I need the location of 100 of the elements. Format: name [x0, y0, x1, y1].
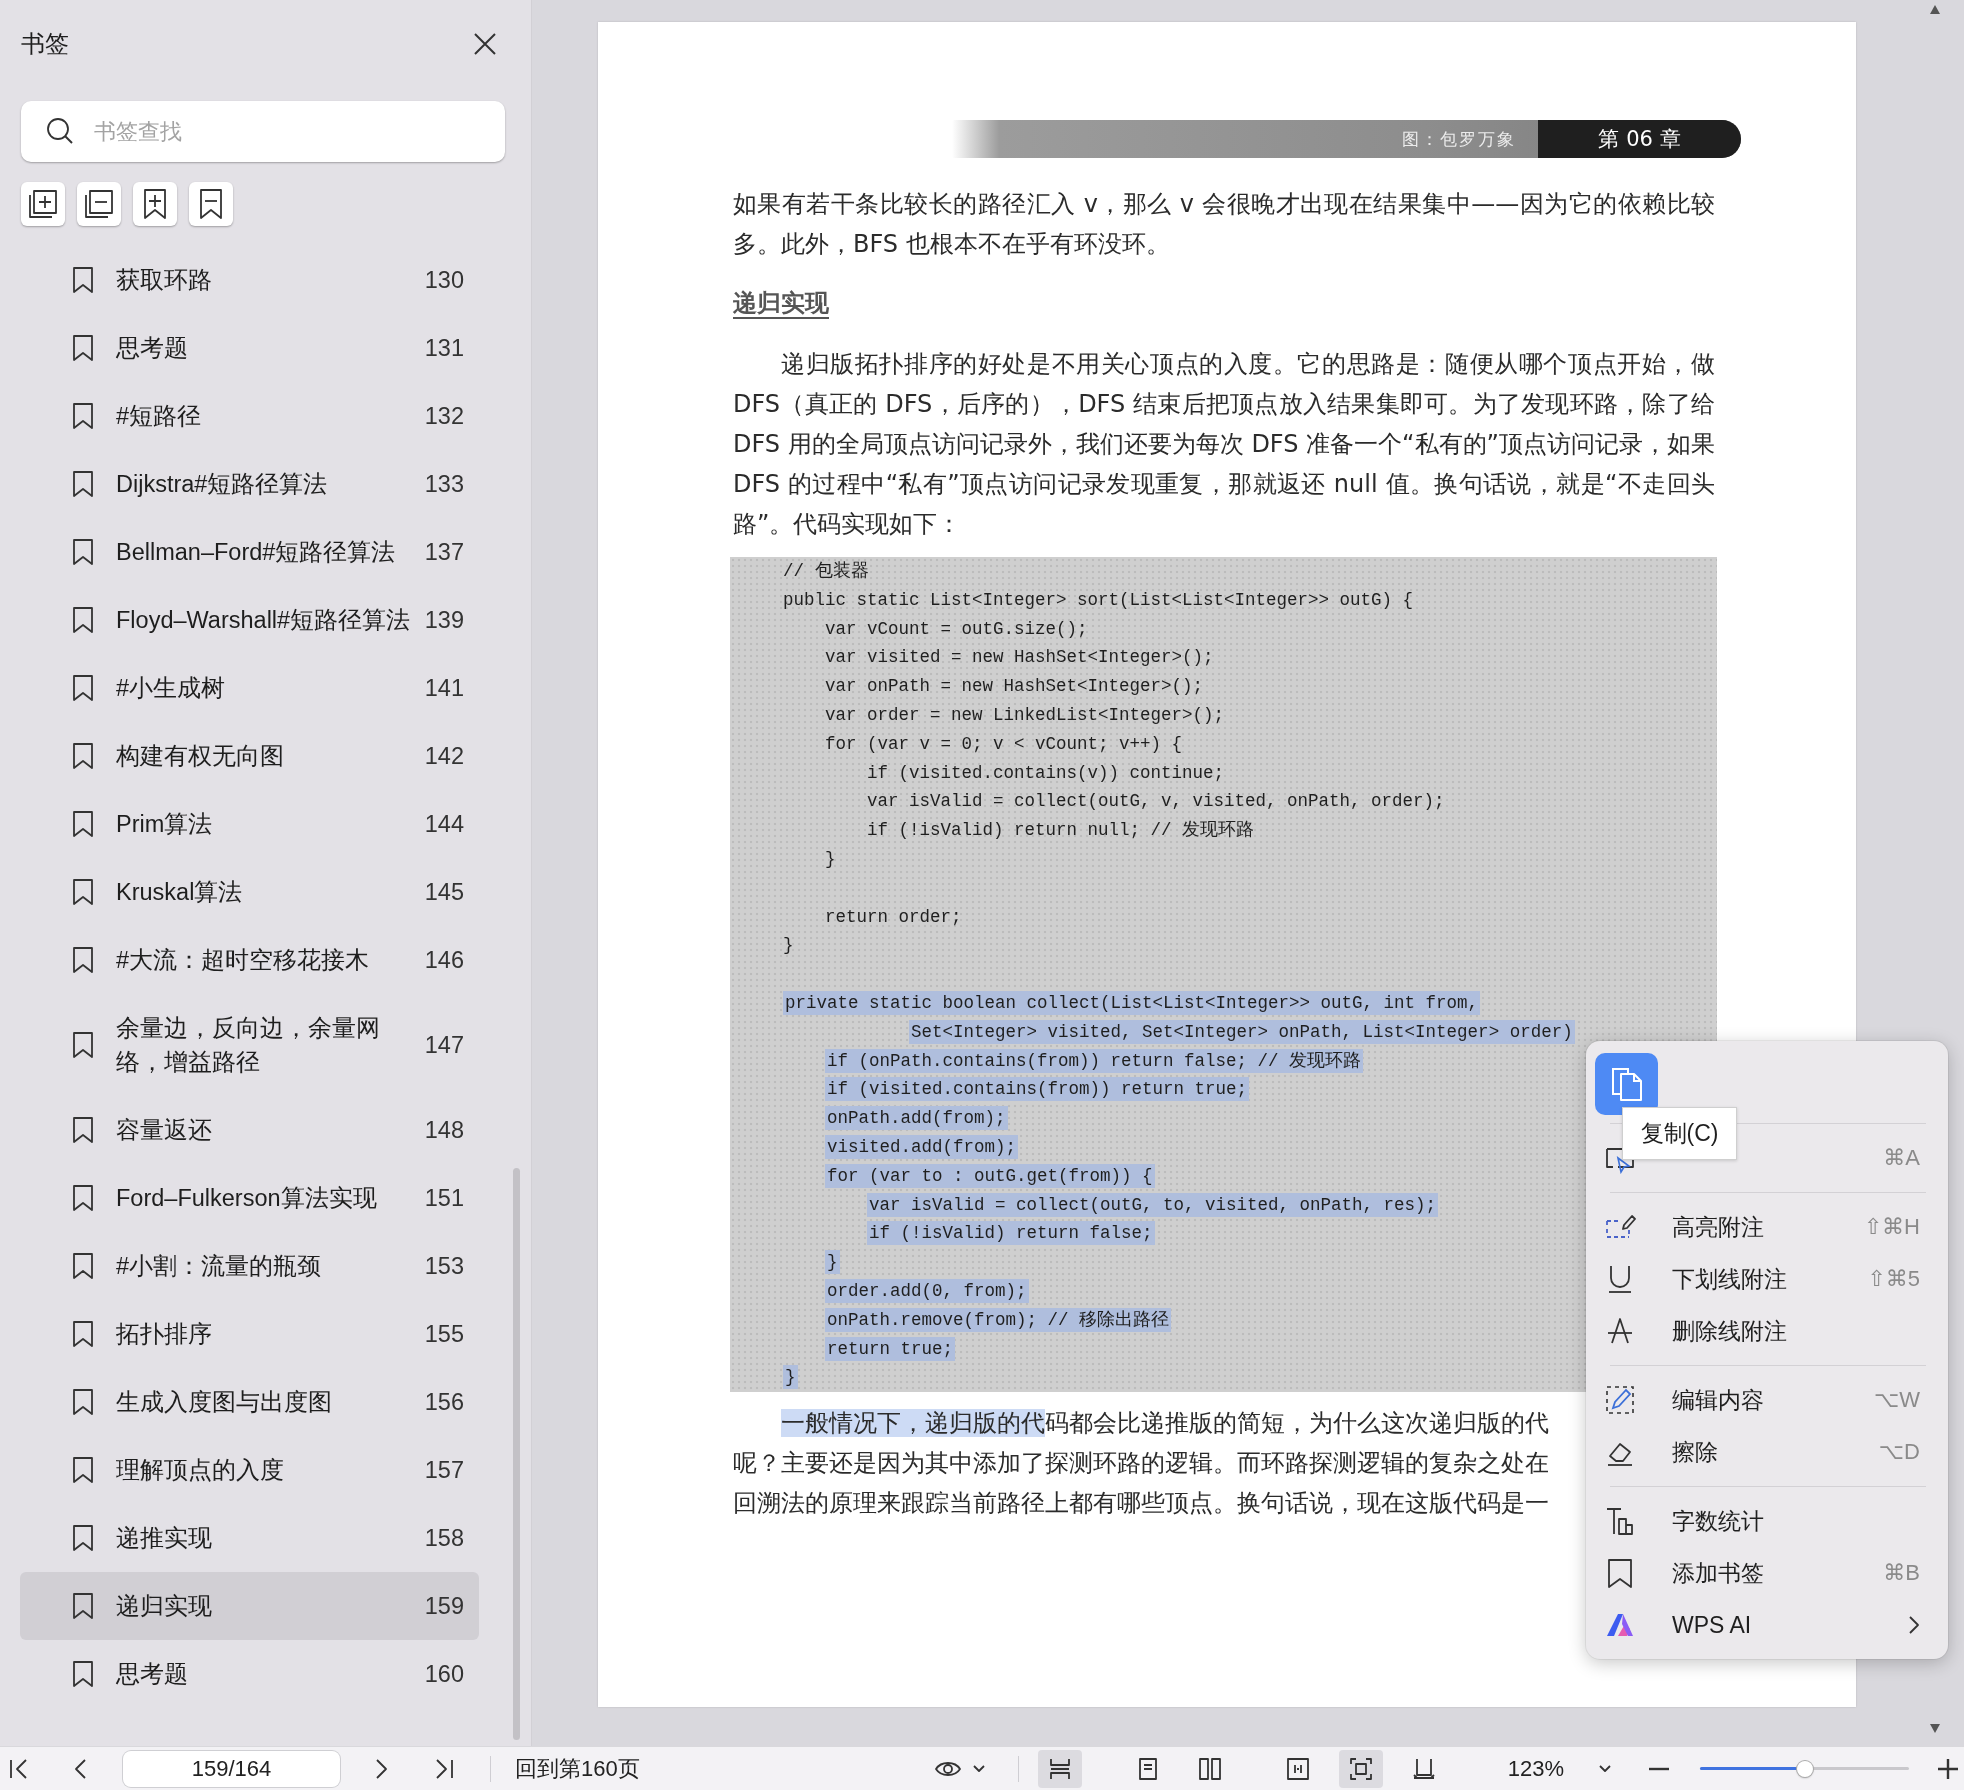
bookmark-item[interactable]: 思考题 160	[20, 1640, 479, 1708]
text-line: 呢？主要还是因为其中添加了探测环路的逻辑。而环路探测逻辑的复杂之处在	[733, 1448, 1549, 1480]
bookmark-item[interactable]: Ford–Fulkerson算法实现 151	[20, 1164, 479, 1232]
code-line: for (var v = 0; v < vCount; v++) {	[824, 732, 1183, 756]
bookmark-item[interactable]: Bellman–Ford#短路径算法 137	[20, 518, 479, 586]
code-line: // 包装器	[783, 560, 869, 583]
bookmark-item[interactable]: Prim算法 144	[20, 790, 479, 858]
zoom-slider[interactable]	[1700, 1759, 1909, 1778]
bookmark-item[interactable]: 构建有权无向图 142	[20, 722, 479, 790]
bookmark-title: Bellman–Ford#短路径算法	[116, 538, 397, 567]
chevron-right-icon	[1908, 1615, 1920, 1635]
shortcut-label: ⌥W	[1873, 1387, 1920, 1413]
close-icon[interactable]	[473, 32, 497, 56]
bookmark-item[interactable]: #短路径 132	[20, 382, 479, 450]
bookmark-item[interactable]: #小生成树 141	[20, 654, 479, 722]
bookmark-icon	[72, 470, 94, 498]
code-line: var vCount = outG.size();	[824, 617, 1088, 641]
bookmark-page: 148	[424, 1116, 464, 1145]
bookmark-item[interactable]: 生成入度图与出度图 156	[20, 1368, 479, 1436]
menu-item[interactable]: 字数统计	[1586, 1495, 1948, 1547]
bookmark-item[interactable]: 理解顶点的入度 157	[20, 1436, 479, 1504]
code-line: var visited = new HashSet<Integer>();	[824, 646, 1214, 670]
code-line: if (visited.contains(v)) continue;	[866, 761, 1225, 785]
view-mode-button[interactable]	[1038, 1749, 1082, 1788]
bookmark-item[interactable]: 思考题 131	[20, 314, 479, 382]
caret-down-icon[interactable]	[973, 1764, 985, 1773]
search-field[interactable]: 书签查找	[21, 101, 505, 162]
bookmark-icon	[72, 334, 94, 362]
bookmark-item[interactable]: Kruskal算法 145	[20, 858, 479, 926]
bookmark-icon	[72, 946, 94, 974]
text-line: 回溯法的原理来跟踪当前路径上都有哪些顶点。换句话说，现在这版代码是一	[733, 1488, 1549, 1520]
copy-button[interactable]	[1595, 1053, 1658, 1115]
bookmark-item[interactable]: #小割：流量的瓶颈 153	[20, 1232, 479, 1300]
shortcut-label: ⇧⌘H	[1863, 1214, 1920, 1240]
bookmark-title: 容量返还	[116, 1116, 213, 1145]
slider-thumb[interactable]	[1796, 1760, 1813, 1777]
menu-item[interactable]: 编辑内容 ⌥W	[1586, 1374, 1948, 1426]
bookmark-title: Ford–Fulkerson算法实现	[116, 1184, 378, 1213]
menu-item[interactable]: 添加书签 ⌘B	[1586, 1547, 1948, 1599]
bookmark-page: 159	[424, 1592, 464, 1621]
caret-down-icon[interactable]	[1599, 1764, 1611, 1773]
bookmark-title: 构建有权无向图	[116, 742, 285, 771]
bookmark-item[interactable]: #大流：超时空移花接木 146	[20, 926, 479, 994]
bookmark-title: 理解顶点的入度	[116, 1456, 285, 1485]
bookmark-item[interactable]: 容量返还 148	[20, 1096, 479, 1164]
bookmark-page: 146	[424, 946, 464, 975]
bookmark-item[interactable]: 递归实现 159	[20, 1572, 479, 1640]
menu-item[interactable]: 擦除 ⌥D	[1586, 1426, 1948, 1478]
first-page-icon[interactable]	[8, 1757, 30, 1780]
expand-all-button[interactable]	[21, 182, 65, 226]
menu-item[interactable]: 下划线附注 ⇧⌘5	[1586, 1253, 1948, 1305]
bookmark-page: 157	[424, 1456, 464, 1485]
bookmark-icon	[72, 266, 94, 294]
menu-item[interactable]: 删除线附注	[1586, 1305, 1948, 1357]
scroll-up-icon[interactable]	[1930, 5, 1940, 14]
code-line: var order = new LinkedList<Integer>();	[824, 704, 1225, 727]
bookmark-page: 131	[424, 334, 464, 363]
shortcut-label: ⌥D	[1878, 1439, 1920, 1465]
fit-page-icon	[1349, 1756, 1373, 1781]
bookmark-title: Dijkstra#短路径算法	[116, 470, 329, 499]
bookmark-title: #小生成树	[116, 674, 227, 703]
bookmark-page: 160	[424, 1660, 464, 1689]
banner-caption: 图：包罗万象	[1402, 128, 1517, 151]
bookmark-page: 133	[424, 470, 464, 499]
slider-fill[interactable]	[1700, 1766, 1797, 1770]
bookmark-page: 156	[424, 1388, 464, 1417]
paragraph: 如果有若干条比较长的路径汇入 v，那么 v 会很晚才出现在结果集中——因为它的依赖比较多。此外，BFS 也根本不在乎有环没环。	[733, 189, 1715, 260]
remove-bookmark-button[interactable]	[189, 182, 233, 226]
bookmark-item[interactable]: 拓扑排序 155	[20, 1300, 479, 1368]
bookmark-title: Prim算法	[116, 810, 214, 839]
code-line: if (!isValid) return null; // 发现环路	[866, 819, 1255, 843]
bookmark-icon	[72, 1592, 94, 1620]
bookmark-item[interactable]: 递推实现 158	[20, 1504, 479, 1572]
page-number-field[interactable]: 159/164	[123, 1750, 340, 1787]
bookmark-page: 158	[424, 1524, 464, 1553]
bookmark-page: 142	[424, 742, 464, 771]
add-bookmark-button[interactable]	[133, 182, 177, 226]
zoom-percentage[interactable]: 123%	[1506, 1755, 1566, 1782]
go-to-page-link[interactable]: 回到第160页	[515, 1753, 659, 1784]
scrollbar-thumb[interactable]	[513, 1168, 520, 1740]
bookmark-icon	[72, 674, 94, 702]
zoom-in-icon[interactable]	[1937, 1757, 1959, 1780]
single-page-icon	[1136, 1756, 1160, 1781]
bookmark-item[interactable]: 余量边，反向边，余量网络，增益路径 147	[20, 994, 479, 1096]
bookmark-icon	[72, 742, 94, 770]
code-line: }	[824, 847, 836, 871]
two-page-icon	[1198, 1756, 1222, 1781]
menu-item[interactable]: WPS AI	[1586, 1599, 1948, 1651]
bookmark-item[interactable]: Floyd–Warshall#短路径算法 139	[20, 586, 479, 654]
bookmark-title: Floyd–Warshall#短路径算法	[116, 606, 412, 635]
code-line: var onPath = new HashSet<Integer>();	[824, 675, 1204, 699]
menu-item[interactable]: 高亮附注 ⇧⌘H	[1586, 1201, 1948, 1253]
collapse-all-button[interactable]	[77, 182, 121, 226]
view-mode-button[interactable]	[1339, 1749, 1383, 1788]
bookmark-item[interactable]: 获取环路 130	[20, 246, 479, 314]
bookmark-icon	[72, 1524, 94, 1552]
last-page-icon[interactable]	[433, 1757, 455, 1780]
bookmark-icon	[72, 606, 94, 634]
scroll-down-icon[interactable]	[1930, 1724, 1940, 1733]
bookmark-item[interactable]: Dijkstra#短路径算法 133	[20, 450, 479, 518]
